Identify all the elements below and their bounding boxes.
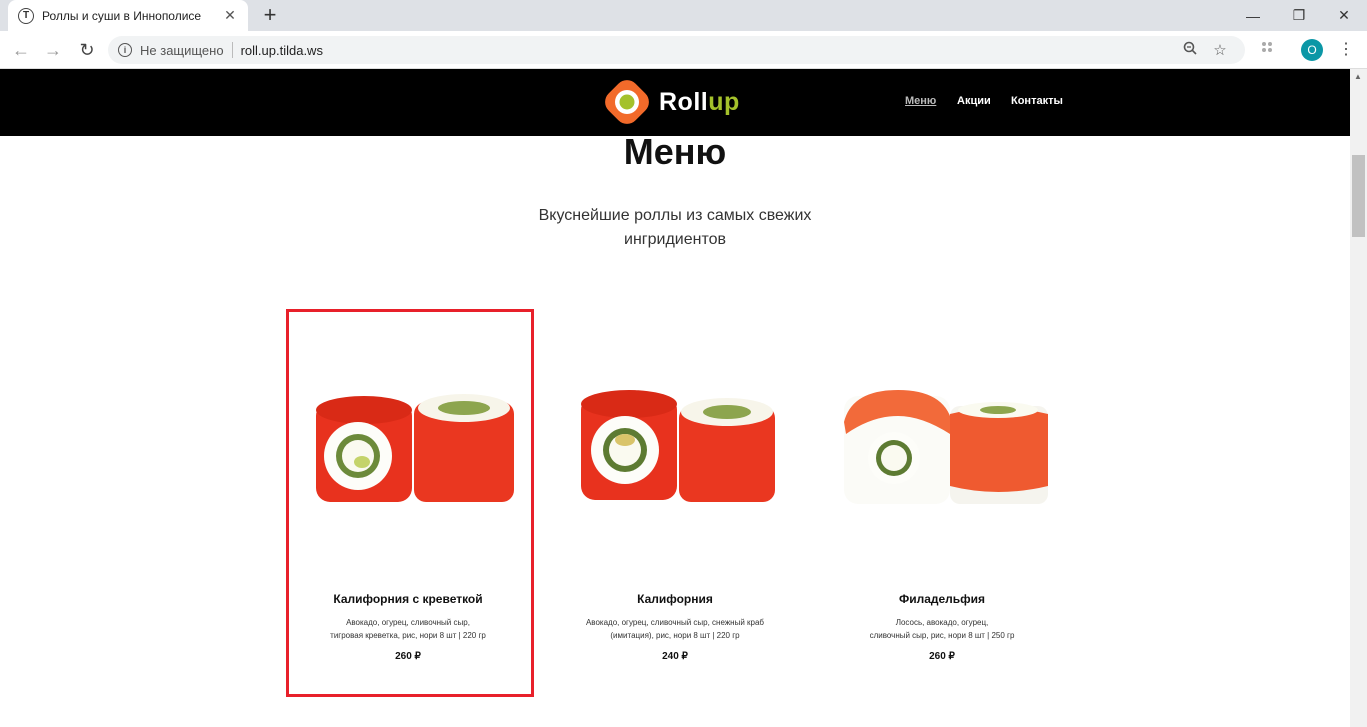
url-text[interactable]: roll.up.tilda.ws [241, 43, 1175, 58]
browser-tab[interactable]: T Роллы и суши в Иннополисе ✕ [8, 0, 248, 31]
product-name: Калифорния [637, 592, 713, 606]
close-tab-icon[interactable]: ✕ [222, 7, 238, 24]
extension-icon[interactable] [1260, 40, 1274, 57]
logo-main: Roll [659, 87, 709, 116]
bookmark-star-icon[interactable]: ☆ [1205, 41, 1235, 59]
nav-menu[interactable]: Меню [905, 95, 936, 107]
browser-toolbar: ← → ↻ i Не защищено roll.up.tilda.ws ☆ O… [0, 31, 1367, 69]
product-description: Лосось, авокадо, огурец, сливочный сыр, … [822, 616, 1062, 642]
close-window-icon[interactable]: ✕ [1321, 0, 1367, 31]
info-icon[interactable]: i [118, 43, 132, 57]
reload-icon[interactable]: ↻ [74, 38, 100, 62]
tab-strip: T Роллы и суши в Иннополисе ✕ + — ❐ ✕ [0, 0, 1367, 31]
web-page: Rollup Меню Акции Контакты Меню Вкуснейш… [0, 69, 1350, 727]
roll-image [822, 372, 1062, 512]
product-description-line: Лосось, авокадо, огурец, [895, 618, 989, 627]
forward-icon[interactable]: → [40, 38, 66, 62]
scrollbar-thumb[interactable] [1352, 155, 1365, 237]
product-card[interactable]: Филадельфия Лосось, авокадо, огурец, сли… [822, 312, 1062, 696]
restore-icon[interactable]: ❐ [1276, 0, 1322, 31]
product-card[interactable]: Калифорния Авокадо, огурец, сливочный сы… [555, 312, 795, 696]
selection-highlight [286, 309, 534, 697]
browser-menu-icon[interactable]: ⋮ [1338, 38, 1354, 62]
scroll-up-icon[interactable]: ▲ [1354, 72, 1362, 81]
logo-mark-icon [605, 80, 649, 124]
page-subtitle: Вкуснейшие роллы из самых свежих ингриди… [538, 207, 812, 248]
product-description: Авокадо, огурец, сливочный сыр, снежный … [555, 616, 795, 642]
back-icon[interactable]: ← [8, 38, 34, 62]
page-title: Меню [623, 131, 727, 172]
logo-text: Rollup [659, 88, 740, 117]
tab-title: Роллы и суши в Иннополисе [42, 8, 202, 23]
profile-avatar[interactable]: O [1301, 39, 1323, 61]
nav-contacts[interactable]: Контакты [1011, 95, 1063, 107]
new-tab-button[interactable]: + [258, 4, 282, 28]
product-description-line: Авокадо, огурец, сливочный сыр, снежный … [585, 618, 765, 627]
address-bar[interactable]: i Не защищено roll.up.tilda.ws ☆ [108, 36, 1245, 64]
product-price: 240 ₽ [662, 651, 688, 662]
divider [231, 42, 233, 58]
page-scrollbar[interactable]: ▲ [1350, 69, 1367, 727]
logo-accent: up [708, 87, 740, 116]
product-description-line: сливочный сыр, рис, нори 8 шт | 250 гр [869, 631, 1015, 640]
product-description-line: (имитация), рис, нори 8 шт | 220 гр [610, 631, 740, 640]
product-price: 260 ₽ [929, 651, 955, 662]
minimize-icon[interactable]: — [1230, 0, 1276, 31]
zoom-icon[interactable] [1175, 41, 1205, 59]
nav-promotions[interactable]: Акции [957, 95, 991, 107]
product-name: Филадельфия [898, 592, 986, 606]
security-status: Не защищено [140, 42, 224, 58]
site-header: Rollup Меню Акции Контакты [0, 69, 1350, 136]
tilda-favicon-icon: T [18, 7, 34, 24]
roll-image [555, 372, 795, 512]
site-logo[interactable]: Rollup [605, 80, 740, 124]
